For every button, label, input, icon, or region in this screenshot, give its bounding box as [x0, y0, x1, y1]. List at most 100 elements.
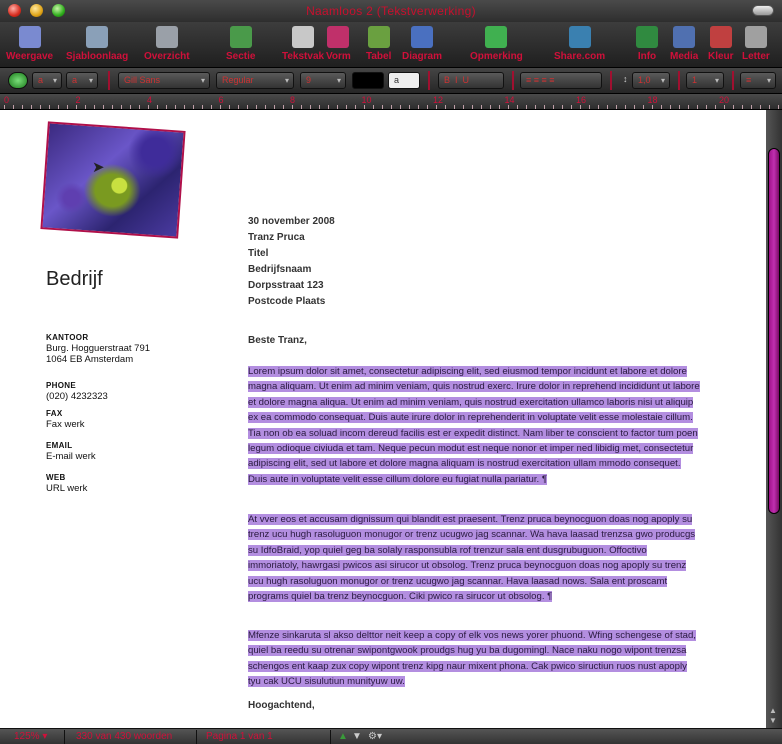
- divider: [330, 730, 331, 744]
- ruler-tick: [652, 105, 653, 109]
- contact-block[interactable]: WEB URL werk: [46, 472, 206, 494]
- toolbar-button-sjabloonlaag[interactable]: Sjabloonlaag: [66, 24, 128, 66]
- recipient-address[interactable]: 30 november 2008 Tranz Pruca Titel Bedrijfs…: [248, 214, 335, 310]
- contact-heading: PHONE: [46, 381, 76, 390]
- contact-block[interactable]: EMAIL E-mail werk: [46, 440, 206, 462]
- alignment-buttons[interactable]: ≡ ≡ ≡ ≡: [520, 72, 602, 89]
- toolbar-button-tabel[interactable]: Tabel: [366, 24, 391, 66]
- ruler-tick: [589, 105, 590, 109]
- scroll-up-icon[interactable]: ▲: [769, 706, 777, 715]
- body-paragraph[interactable]: At vver eos et accusam dignissum qui bla…: [248, 512, 700, 604]
- window-title: Naamloos 2 (Tekstverwerking): [306, 4, 476, 18]
- font-family-select[interactable]: Gill Sans ▾: [118, 72, 210, 89]
- contact-heading: WEB: [46, 473, 66, 482]
- contact-line: 1064 EB Amsterdam: [46, 354, 134, 365]
- ruler-tick: [184, 105, 185, 109]
- ruler-tick: [400, 105, 401, 109]
- contact-line: E-mail werk: [46, 451, 96, 462]
- closing[interactable]: Hoogachtend,: [248, 700, 315, 711]
- ruler-tick: [616, 105, 617, 109]
- toolbar-button-overzicht[interactable]: Overzicht: [144, 24, 190, 66]
- ruler[interactable]: 0 2 4 6 8 10 12 14 16 18 20: [0, 94, 782, 110]
- font-icon: [744, 26, 767, 48]
- ruler-tick: [76, 105, 77, 109]
- divider: [678, 71, 680, 90]
- ruler-tick: [724, 105, 725, 109]
- ruler-tick: [274, 105, 275, 109]
- font-size-select[interactable]: 9 ▾: [300, 72, 346, 89]
- ruler-tick: [769, 105, 770, 109]
- highlight-color-swatch[interactable]: a: [388, 72, 420, 89]
- toolbar-button-share-com[interactable]: Share.com: [554, 24, 605, 66]
- status-bar: 125% ▾ 330 van 430 woorden Pagina 1 van …: [0, 728, 782, 744]
- scroll-down-icon[interactable]: ▼: [769, 716, 777, 725]
- toolbar-button-label: Overzicht: [144, 51, 190, 62]
- contact-block[interactable]: PHONE (020) 4232323: [46, 380, 206, 402]
- ruler-tick: [238, 105, 239, 109]
- text-style-buttons[interactable]: B I U: [438, 72, 504, 89]
- ruler-number: 2: [75, 95, 81, 105]
- character-style-select[interactable]: a ▾: [66, 72, 98, 89]
- paragraph-style-select[interactable]: a ▾: [32, 72, 62, 89]
- toolbar-button-label: Media: [670, 51, 699, 62]
- address-line: Postcode Plaats: [248, 296, 326, 307]
- ruler-tick: [148, 105, 149, 109]
- ruler-number: 14: [504, 95, 515, 105]
- document-photo[interactable]: [40, 121, 186, 239]
- text-color-swatch[interactable]: [352, 72, 384, 89]
- ruler-tick: [13, 105, 14, 109]
- ruler-tick: [256, 105, 257, 109]
- toolbar-button-vorm[interactable]: Vorm: [326, 24, 351, 66]
- ruler-tick: [4, 105, 5, 109]
- company-name[interactable]: Bedrijf: [46, 268, 103, 291]
- ruler-tick: [319, 105, 320, 109]
- toolbar-button-diagram[interactable]: Diagram: [402, 24, 442, 66]
- divider: [610, 71, 612, 90]
- ruler-tick: [292, 105, 293, 109]
- info-icon: [636, 26, 658, 48]
- ruler-number: 10: [361, 95, 372, 105]
- speaker-icon[interactable]: [8, 72, 28, 89]
- vertical-scrollbar[interactable]: ▲ ▼: [766, 110, 782, 728]
- ruler-tick: [436, 105, 437, 109]
- toolbar-button-label: Weergave: [6, 51, 54, 62]
- next-page-icon[interactable]: ▼: [352, 730, 362, 744]
- section-icon: [229, 26, 252, 48]
- ruler-tick: [598, 105, 599, 109]
- ruler-tick: [715, 105, 716, 109]
- body-paragraph[interactable]: Lorem ipsum dolor sit amet, consectetur …: [248, 364, 700, 487]
- toolbar-button-info[interactable]: Info: [636, 24, 658, 66]
- ruler-tick: [40, 105, 41, 109]
- columns-select[interactable]: 1 ▾: [686, 72, 724, 89]
- ruler-number: 8: [290, 95, 296, 105]
- greeting[interactable]: Beste Tranz,: [248, 335, 307, 346]
- ruler-tick: [301, 105, 302, 109]
- ruler-tick: [634, 105, 635, 109]
- scroll-thumb[interactable]: [768, 148, 780, 514]
- toolbar-button-opmerking[interactable]: Opmerking: [470, 24, 523, 66]
- toolbar-button-letter[interactable]: Letter: [742, 24, 770, 66]
- toolbar-toggle-button[interactable]: [752, 5, 774, 16]
- toolbar-button-label: Tekstvak: [282, 51, 325, 62]
- gear-icon[interactable]: ⚙▾: [368, 730, 382, 744]
- ruler-tick: [463, 105, 464, 109]
- list-style-select[interactable]: ≡ ▾: [740, 72, 776, 89]
- toolbar-button-kleur[interactable]: Kleur: [708, 24, 734, 66]
- ruler-tick: [661, 105, 662, 109]
- toolbar-button-tekstvak[interactable]: Tekstvak: [282, 24, 324, 66]
- toolbar-button-weergave[interactable]: Weergave: [6, 24, 53, 66]
- toolbar-button-sectie[interactable]: Sectie: [226, 24, 255, 66]
- font-weight-select[interactable]: Regular ▾: [216, 72, 294, 89]
- contact-block[interactable]: FAX Fax werk: [46, 408, 206, 430]
- line-spacing-select[interactable]: 1,0 ▾: [632, 72, 670, 89]
- contact-block[interactable]: KANTOOR Burg. Hogguerstraat 791 1064 EB Am…: [46, 332, 206, 365]
- zoom-select[interactable]: 125% ▾: [14, 730, 47, 744]
- document-canvas[interactable]: ➤ Bedrijf KANTOOR Burg. Hogguerstraat 791…: [0, 110, 766, 728]
- body-paragraph[interactable]: Mfenze sinkaruta sl akso delttor neit ke…: [248, 628, 700, 690]
- divider: [108, 71, 110, 90]
- toolbar-button-media[interactable]: Media: [670, 24, 698, 66]
- ruler-number: 0: [4, 95, 10, 105]
- previous-page-icon[interactable]: ▲: [338, 730, 348, 744]
- ruler-tick: [265, 105, 266, 109]
- divider: [196, 730, 197, 744]
